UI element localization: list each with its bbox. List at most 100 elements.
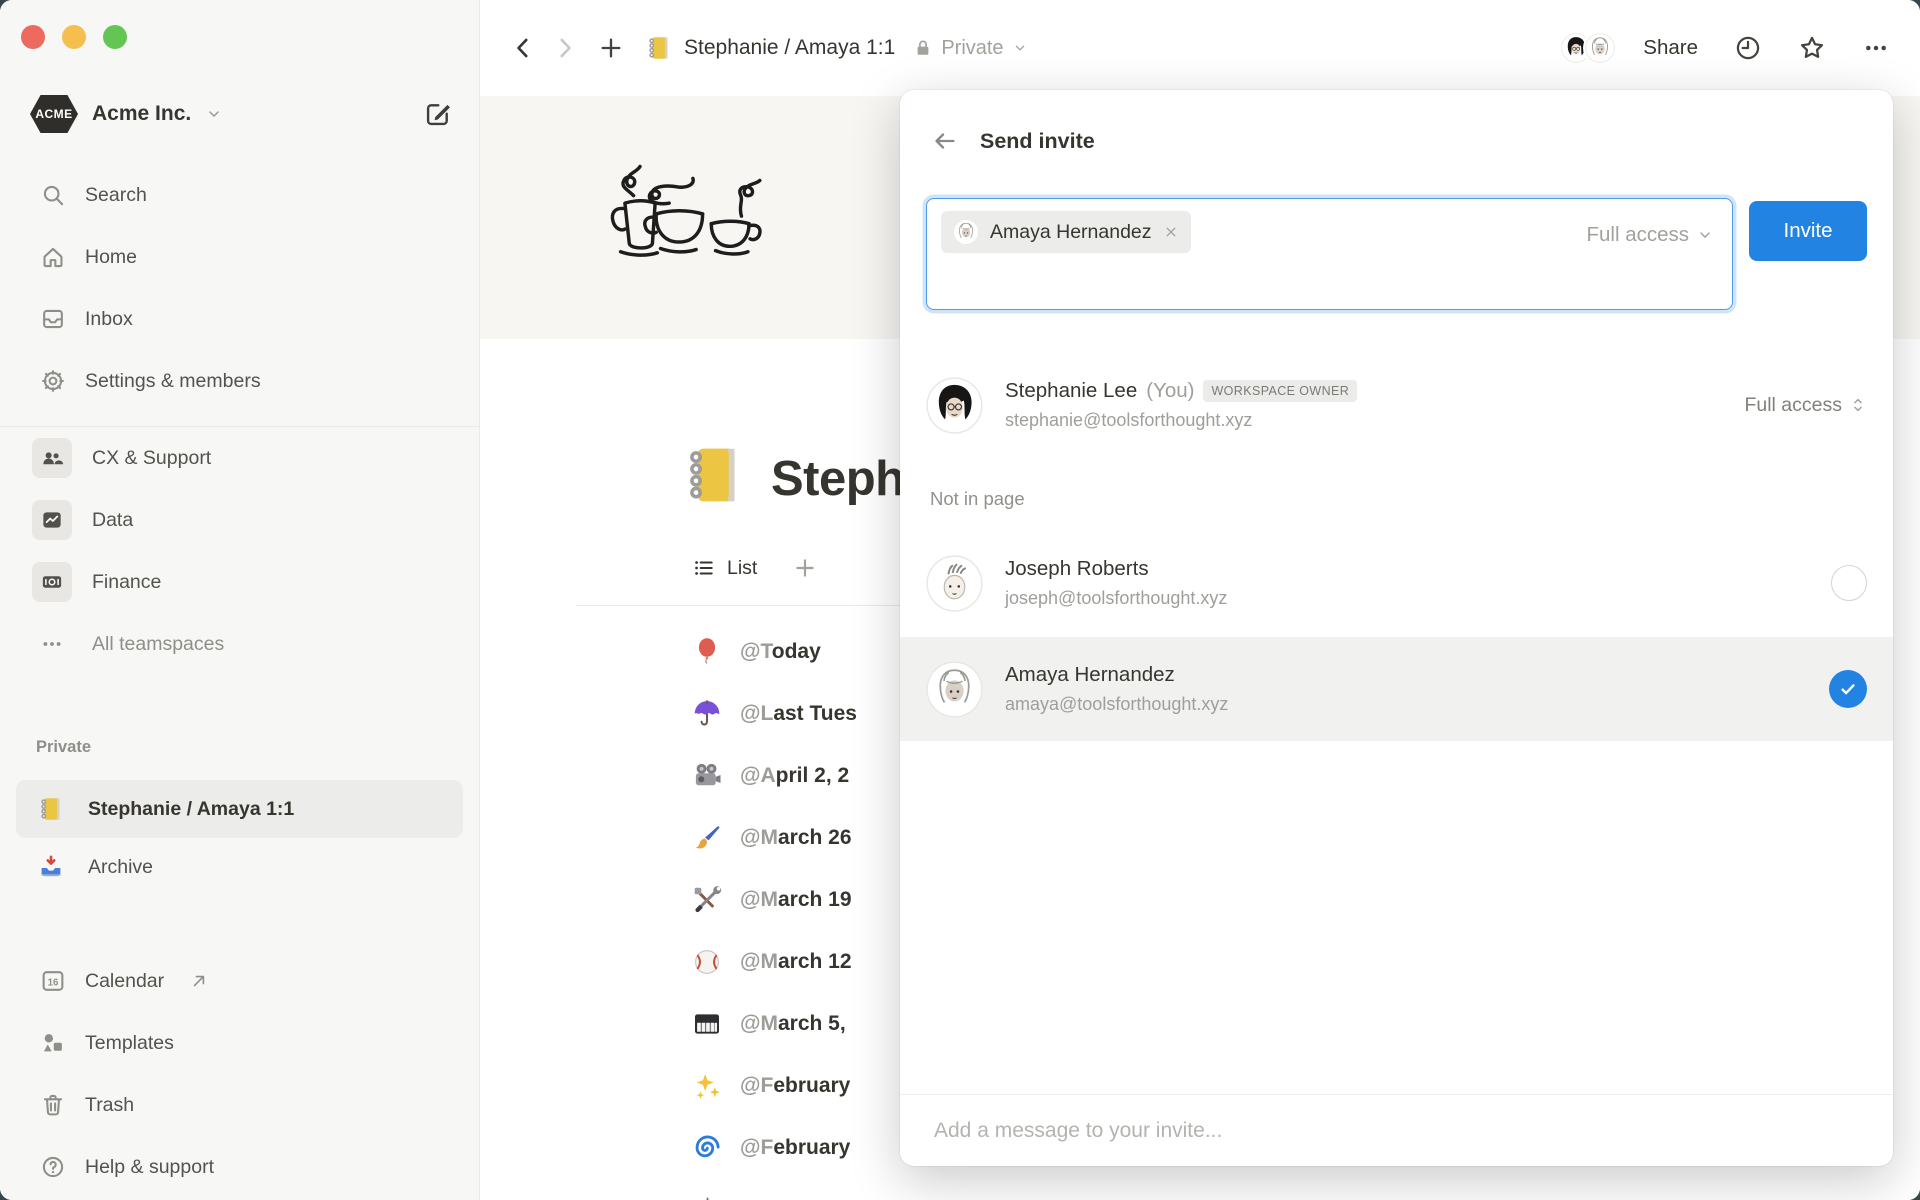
back-button[interactable] [510,35,536,61]
modal-header: Send invite [932,128,1095,154]
sidebar-item-search[interactable]: Search [14,164,465,226]
footer-label: Templates [85,1031,174,1054]
sidebar-item-help-support[interactable]: Help & support [14,1136,465,1198]
avatar [926,660,983,718]
sidebar-item-label: Search [85,183,147,206]
sidebar-item-trash[interactable]: Trash [14,1074,465,1136]
tab-label: List [727,556,758,579]
list-item-title: @March 19 [740,888,852,911]
privacy-dropdown[interactable]: Private [913,37,1027,60]
private-page-label: Archive [88,855,154,878]
person-row-amaya[interactable]: Amaya Hernandez amaya@toolsforthought.xy… [900,637,1893,741]
breadcrumb[interactable]: Stephanie / Amaya 1:1 [646,35,895,61]
avatar [926,554,983,612]
avatar [953,219,979,245]
person-name: Amaya Hernandez [1005,663,1175,686]
ellipsis-icon[interactable] [1862,34,1890,62]
workspace-switcher[interactable]: ACME Acme Inc. [30,95,223,133]
back-arrow-icon[interactable] [932,128,958,154]
close-window-button[interactable] [21,25,45,49]
list-item-title: @March 5, [740,1012,846,1035]
gear-icon [40,368,66,394]
member-access-value: Full access [1744,393,1842,416]
notebook-icon [38,796,64,822]
sidebar-item-calendar[interactable]: 16 Calendar [14,950,465,1012]
chevron-down-icon [205,105,223,123]
close-icon[interactable] [1163,224,1179,240]
select-person-radio[interactable] [1831,565,1867,601]
person-row-joseph[interactable]: Joseph Roberts joseph@toolsforthought.xy… [926,541,1867,625]
check-icon [1838,679,1858,699]
member-access-dropdown[interactable]: Full access [1744,394,1867,417]
balloon-icon [692,637,722,667]
sidebar-teamspaces: CX & Support Data Finance All teamspaces [14,427,465,675]
invite-message-input[interactable]: Add a message to your invite... [900,1094,1893,1166]
sidebar: ACME Acme Inc. Search Home Inbox Setting… [0,0,480,1200]
tab-list[interactable]: List [692,556,757,580]
minimize-window-button[interactable] [62,25,86,49]
sidebar-item-templates[interactable]: Templates [14,1012,465,1074]
private-page-label: Stephanie / Amaya 1:1 [88,797,295,820]
share-button[interactable]: Share [1643,36,1698,60]
selected-person-check[interactable] [1829,670,1867,708]
archive-icon [38,854,64,880]
forward-button[interactable] [552,35,578,61]
sidebar-item-archive[interactable]: Archive [16,838,463,896]
recipient-chip-name: Amaya Hernandez [990,220,1152,243]
clock-icon[interactable] [1734,34,1762,62]
chart-icon [32,500,72,540]
avatar [1583,31,1618,65]
invite-button[interactable]: Invite [1749,201,1867,261]
workspace-row: ACME Acme Inc. [30,86,453,142]
calendar-icon: 16 [40,968,66,994]
sidebar-item-data[interactable]: Data [14,489,465,551]
sidebar-item-inbox[interactable]: Inbox [14,288,465,350]
footer-label: Help & support [85,1155,214,1178]
person-email: amaya@toolsforthought.xyz [1005,694,1229,714]
sidebar-item-cx-support[interactable]: CX & Support [14,427,465,489]
compose-icon[interactable] [423,99,453,129]
workspace-logo: ACME [30,95,78,133]
svg-text:16: 16 [48,977,59,988]
add-view-button[interactable] [793,556,817,580]
sidebar-item-all-teamspaces[interactable]: All teamspaces [14,613,465,675]
sidebar-item-settings-members[interactable]: Settings & members [14,350,465,412]
sidebar-item-label: Home [85,245,138,268]
invite-recipients-input[interactable]: Amaya Hernandez Full access [926,198,1733,310]
member-you-suffix: (You) [1146,379,1195,402]
collaborator-avatars[interactable] [1559,31,1618,65]
teamspace-label: Finance [92,570,162,593]
banknote-icon [32,562,72,602]
sidebar-item-stephanie-amaya-11[interactable]: Stephanie / Amaya 1:1 [16,780,463,838]
sidebar-nav: Search Home Inbox Settings & members [14,164,465,412]
topbar: Stephanie / Amaya 1:1 Private Share [480,0,1920,97]
recipient-chip[interactable]: Amaya Hernandez [941,211,1191,253]
person-info: Amaya Hernandez amaya@toolsforthought.xy… [1005,663,1228,715]
sidebar-item-finance[interactable]: Finance [14,551,465,613]
chevron-down-icon [1012,40,1028,56]
notebook-icon [646,35,672,61]
list-item-title: @March 26 [740,826,852,849]
cyclone-icon [692,1133,722,1163]
list-item[interactable]: @February 13, 2024 [692,1179,1920,1200]
templates-icon [40,1030,66,1056]
member-row-stephanie[interactable]: Stephanie Lee (You) WORKSPACE OWNER step… [926,368,1867,442]
coffee-doodle-illustration [610,164,762,257]
list-item-title: @Last Tues [740,702,857,725]
view-tabs: List [692,556,817,580]
sidebar-item-home[interactable]: Home [14,226,465,288]
dots-icon [32,624,72,664]
zoom-window-button[interactable] [103,25,127,49]
person-info: Joseph Roberts joseph@toolsforthought.xy… [1005,557,1227,609]
teamspace-label: All teamspaces [92,632,225,655]
access-level-dropdown[interactable]: Full access [1586,223,1714,247]
page-icon[interactable] [682,443,746,507]
inbox-icon [40,306,66,332]
new-page-button[interactable] [598,35,624,61]
workspace-owner-badge: WORKSPACE OWNER [1203,380,1358,402]
star-icon[interactable] [1798,34,1826,62]
list-item-title: @February [740,1136,851,1159]
avatar [926,376,983,434]
boat-icon [692,1195,722,1200]
arrow-upright-icon [189,971,209,991]
